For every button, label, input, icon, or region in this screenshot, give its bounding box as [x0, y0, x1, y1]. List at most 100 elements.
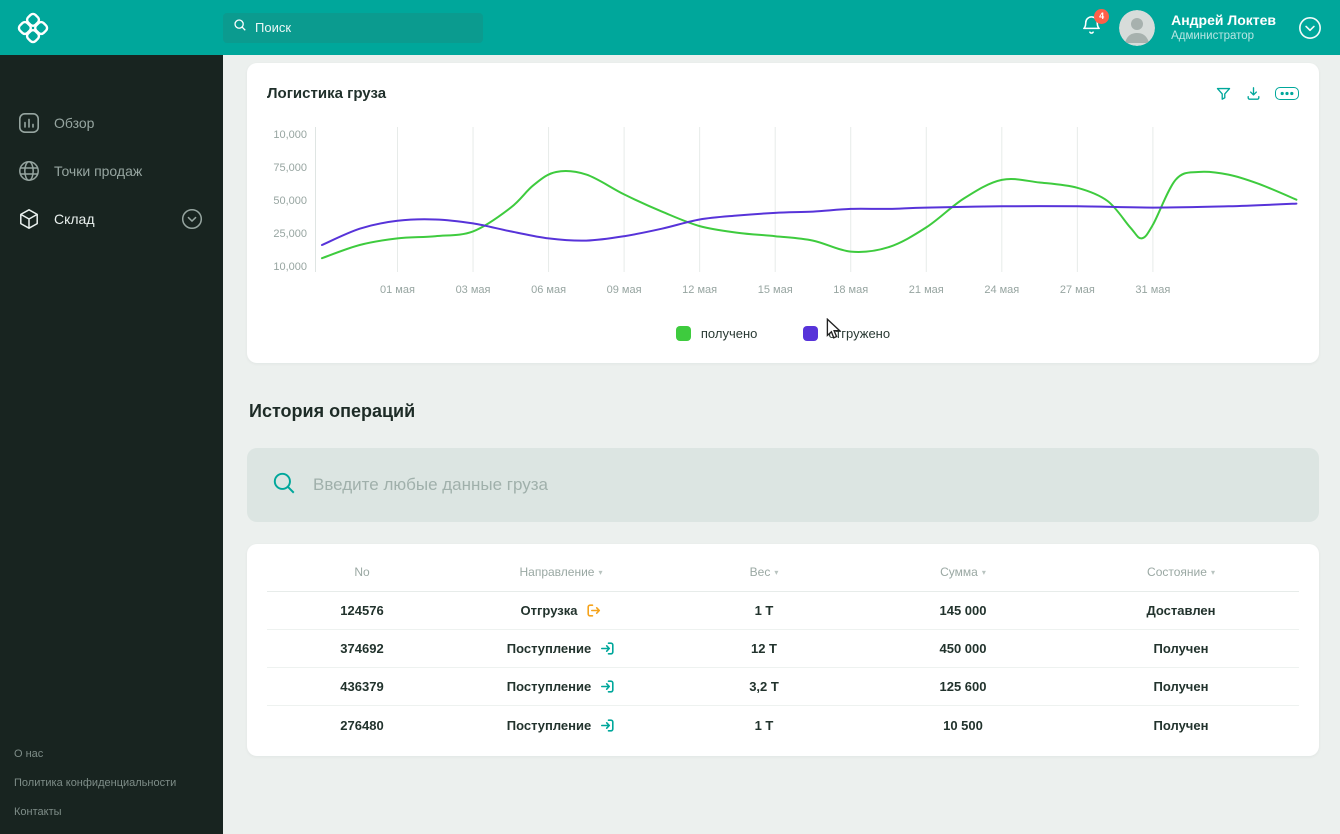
global-search-input[interactable]	[255, 20, 473, 35]
sort-caret-icon: ▾	[774, 567, 779, 577]
table-row[interactable]: 276480 Поступление 1 Т 10 500 Получен	[267, 706, 1299, 744]
cell-no: 436379	[340, 679, 384, 694]
card-header: Логистика груза	[267, 81, 1299, 105]
column-header[interactable]: Сумма ▾	[863, 565, 1063, 579]
legend-item: получено	[675, 326, 758, 341]
x-axis-label: 24 мая	[984, 284, 1020, 296]
logout-arrow-icon	[586, 603, 601, 618]
user-meta: Андрей Локтев Администратор	[1171, 12, 1276, 44]
cell-no: 276480	[340, 717, 384, 733]
global-search[interactable]	[223, 12, 483, 43]
header-right: 4 Андрей Локтев Администратор	[1080, 8, 1340, 46]
history-search-input[interactable]	[313, 475, 1295, 495]
legend-item: отгружено	[803, 326, 890, 341]
cell-direction: Поступление	[457, 718, 665, 733]
cell-no: 374692	[340, 641, 384, 656]
cell-amount: 10 500	[943, 717, 983, 733]
sidebar-item-label: Склад	[54, 211, 95, 227]
x-axis-label: 12 мая	[682, 284, 718, 296]
table-row[interactable]: 124576 Отгрузка 1 Т 145 000 Доставлен	[267, 592, 1299, 630]
sidebar-footer-link[interactable]: О нас	[14, 748, 176, 760]
logo-area	[0, 11, 223, 45]
column-header: No	[354, 564, 370, 579]
cell-no: 124576	[340, 603, 384, 618]
cell-status: Получен	[1153, 679, 1209, 694]
y-axis: 10,000 75,000 50,000 25,000 10,000	[267, 127, 315, 273]
sidebar-item-warehouse[interactable]: Склад	[0, 195, 223, 243]
line-chart: 10,000 75,000 50,000 25,000 10,000	[267, 127, 1299, 273]
column-header[interactable]: Состояние ▾	[1063, 565, 1299, 579]
sidebar-item-label: Обзор	[54, 115, 95, 131]
history-search[interactable]	[247, 448, 1319, 522]
sidebar: Обзор Точки продаж Склад О нас Политика кон…	[0, 55, 223, 834]
cell-status: Доставлен	[1146, 603, 1216, 618]
user-name: Андрей Локтев	[1171, 11, 1276, 28]
y-axis-label: 25,000	[273, 228, 307, 240]
bar-chart-icon	[18, 112, 40, 134]
y-axis-label: 10,000	[273, 261, 307, 273]
sort-caret-icon: ▾	[1210, 567, 1215, 577]
sidebar-footer-link[interactable]: Политика конфиденциальности	[14, 777, 176, 789]
cell-direction: Отгрузка	[457, 603, 665, 618]
cell-weight: 12 Т	[750, 641, 777, 656]
sidebar-item-overview[interactable]: Обзор	[0, 99, 223, 147]
cell-amount: 145 000	[939, 603, 987, 618]
user-menu-chevron-icon[interactable]	[1298, 16, 1322, 40]
x-axis-label: 18 мая	[833, 284, 869, 296]
login-arrow-icon	[600, 641, 615, 656]
cell-direction: Поступление	[457, 679, 665, 694]
sidebar-item-label: Точки продаж	[54, 163, 143, 179]
login-arrow-icon	[600, 718, 615, 733]
download-icon[interactable]	[1245, 85, 1262, 102]
chart-plot	[315, 127, 1299, 272]
notifications-button[interactable]: 4	[1080, 8, 1110, 42]
notification-badge: 4	[1094, 8, 1110, 24]
more-options-icon[interactable]	[1275, 86, 1299, 100]
card-title: Логистика груза	[267, 84, 387, 102]
cell-amount: 450 000	[939, 641, 987, 656]
x-axis-label: 15 мая	[757, 284, 793, 296]
cell-amount: 125 600	[939, 679, 987, 694]
sidebar-footer: О нас Политика конфиденциальности Контакты	[14, 748, 176, 818]
globe-icon	[18, 160, 40, 182]
legend-swatch	[803, 326, 819, 341]
box-icon	[18, 208, 40, 230]
sort-caret-icon: ▾	[598, 567, 603, 577]
x-axis: 01 мая 03 мая 06 мая 09 мая 12 мая 15 мая 18 м…	[315, 276, 1299, 296]
login-arrow-icon	[600, 679, 615, 694]
sidebar-item-sales-points[interactable]: Точки продаж	[0, 147, 223, 195]
legend-label: получено	[700, 326, 758, 341]
x-axis-label: 31 мая	[1135, 284, 1171, 296]
table-header-row: No Направление ▾ Вес ▾ Сумма ▾ Состояние ▾	[267, 552, 1299, 592]
sort-caret-icon: ▾	[981, 567, 986, 577]
legend-label: отгружено	[828, 326, 891, 341]
user-role: Администратор	[1171, 30, 1255, 43]
column-header[interactable]: Направление ▾	[457, 565, 665, 579]
cell-weight: 1 Т	[754, 603, 774, 618]
cell-status: Получен	[1153, 717, 1209, 733]
avatar[interactable]	[1119, 9, 1156, 46]
x-axis-label: 27 мая	[1059, 284, 1095, 296]
chart-legend: получено отгружено	[267, 326, 1299, 341]
table-body: 124576 Отгрузка 1 Т 145 000 Доставлен 374692 П…	[267, 592, 1299, 744]
x-axis-label: 09 мая	[606, 284, 642, 296]
sidebar-footer-link[interactable]: Контакты	[14, 806, 176, 818]
cell-weight: 1 Т	[754, 717, 774, 733]
x-axis-label: 21 мая	[908, 284, 944, 296]
filter-icon[interactable]	[1215, 85, 1232, 102]
table-row[interactable]: 374692 Поступление 12 Т 450 000 Получен	[267, 630, 1299, 668]
history-title: История операций	[249, 401, 416, 421]
x-axis-label: 06 мая	[531, 284, 567, 296]
app-logo-icon[interactable]	[16, 11, 50, 45]
chevron-down-icon[interactable]	[181, 208, 203, 230]
y-axis-label: 10,000	[273, 129, 307, 141]
y-axis-label: 75,000	[273, 162, 307, 174]
x-axis-label: 01 мая	[380, 284, 415, 296]
cell-status: Получен	[1153, 641, 1209, 656]
x-axis-label: 03 мая	[455, 284, 491, 296]
table-row[interactable]: 436379 Поступление 3,2 Т 125 600 Получен	[267, 668, 1299, 706]
logistics-card: Логистика груза 10,000 75,000 50,000 25,000…	[247, 63, 1319, 363]
card-actions	[1215, 85, 1299, 102]
column-header[interactable]: Вес ▾	[665, 565, 863, 579]
y-axis-label: 50,000	[273, 195, 307, 207]
